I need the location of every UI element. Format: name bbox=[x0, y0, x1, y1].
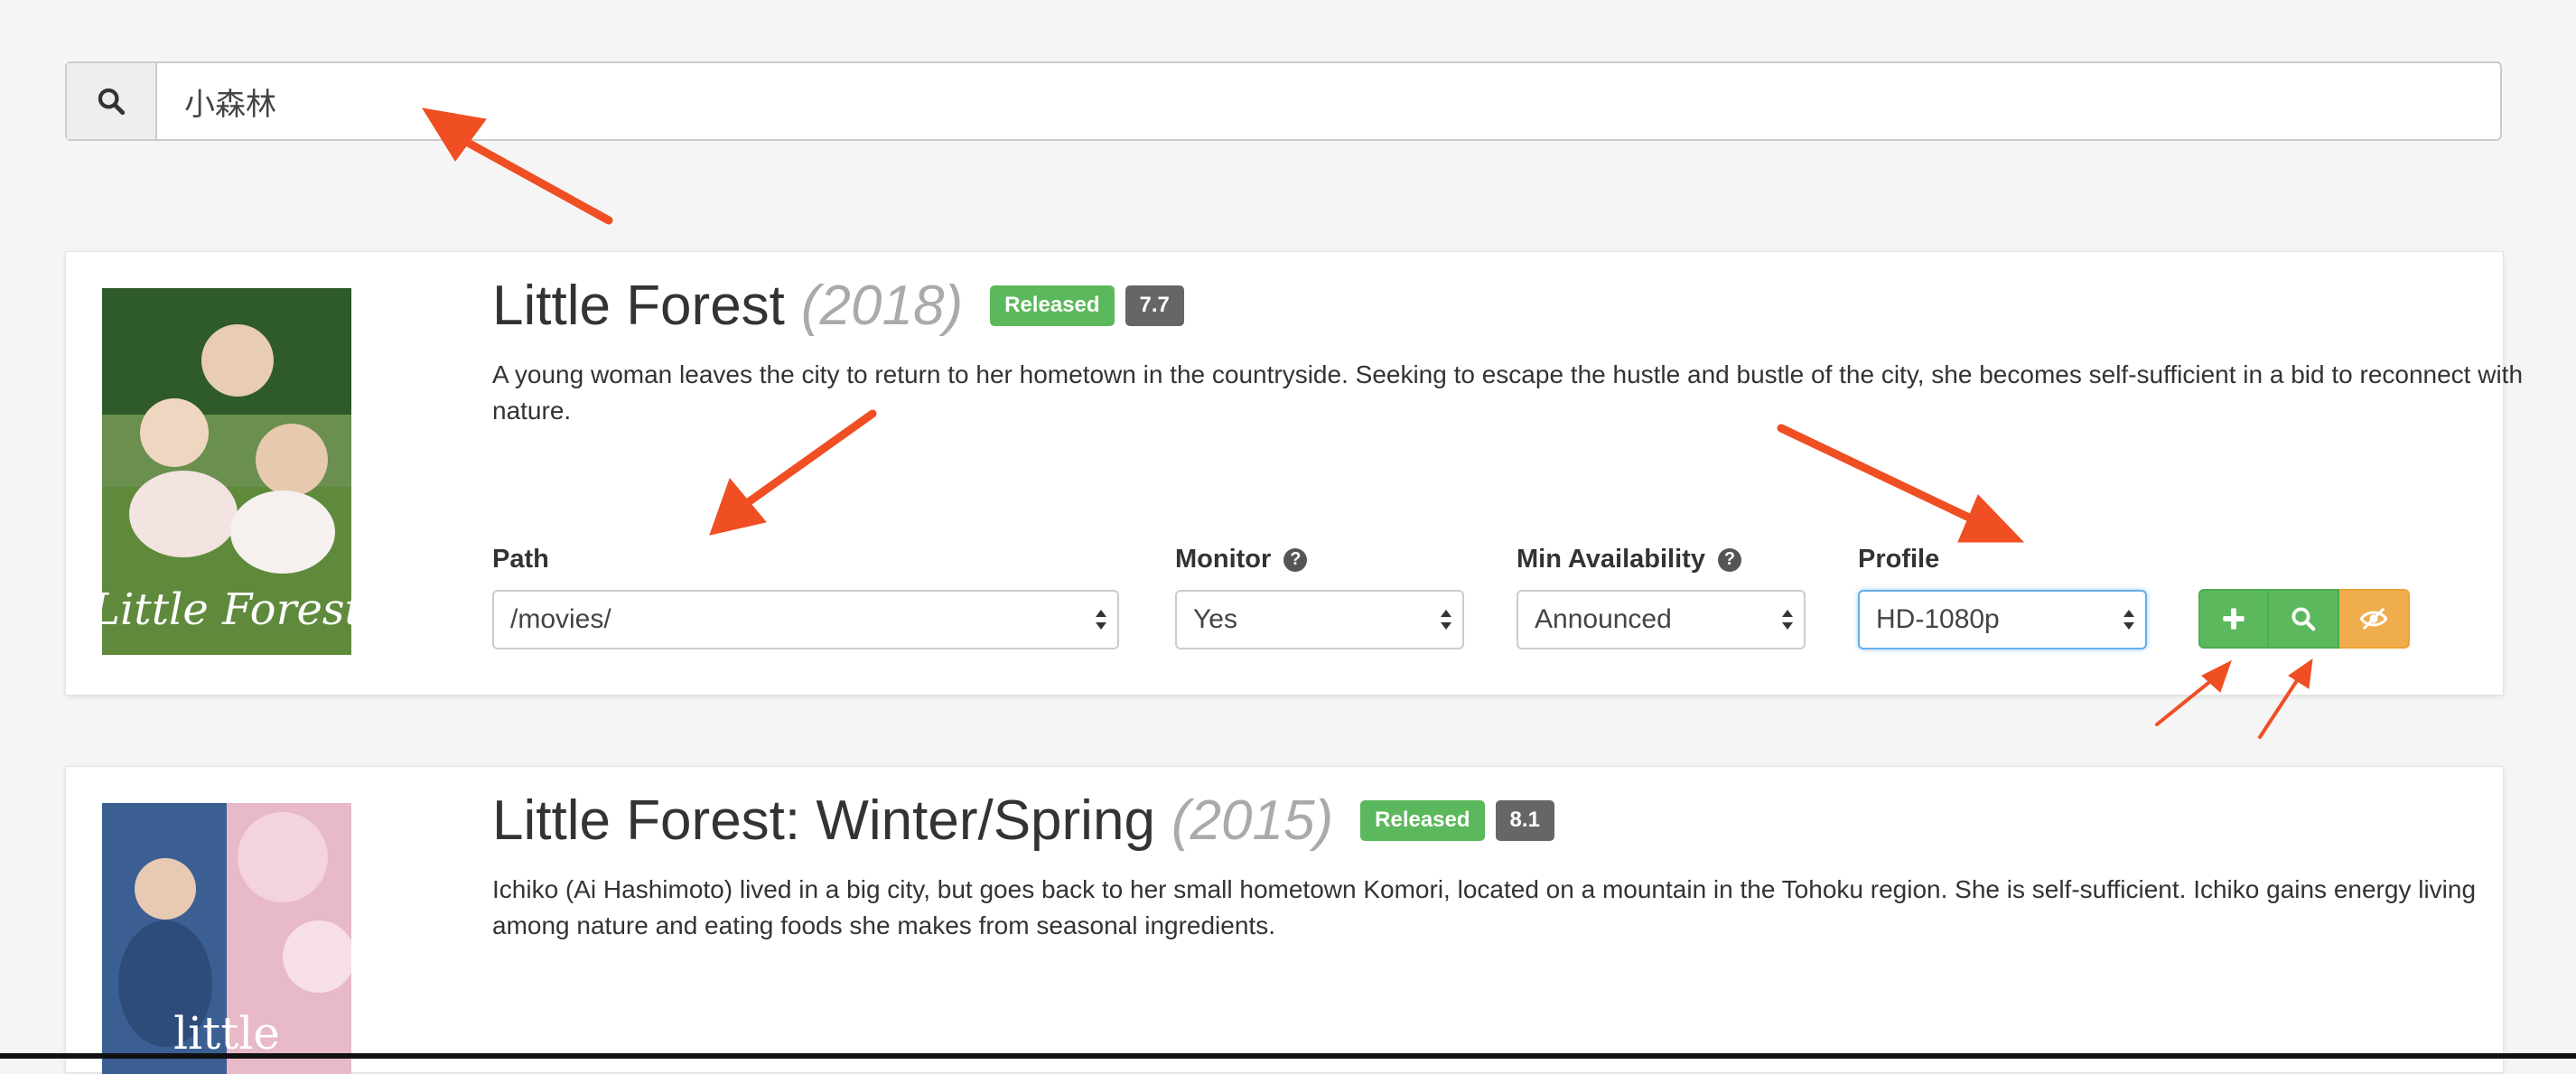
path-label: Path bbox=[492, 545, 549, 574]
path-select[interactable]: /movies/ bbox=[492, 590, 1119, 649]
movie-title-row: Little Forest: Winter/Spring (2015) Rele… bbox=[492, 789, 1554, 853]
movie-result-card: little Little Forest: Winter/Spring (201… bbox=[65, 766, 2504, 1074]
status-badge: Released bbox=[1360, 800, 1485, 841]
movie-poster: Little Forest bbox=[102, 288, 351, 655]
monitor-label-text: Monitor bbox=[1175, 545, 1272, 574]
profile-select[interactable]: HD-1080p bbox=[1858, 590, 2147, 649]
profile-label: Profile bbox=[1858, 545, 1939, 574]
ignore-movie-button[interactable] bbox=[2339, 589, 2410, 649]
movie-overview: A young woman leaves the city to return … bbox=[492, 360, 2524, 425]
eye-slash-icon bbox=[2359, 608, 2388, 630]
select-caret-icon bbox=[1096, 610, 1106, 630]
movie-title: Little Forest: Winter/Spring bbox=[492, 789, 1155, 852]
bottom-border bbox=[0, 1053, 2576, 1059]
annotation-arrow-icon bbox=[447, 129, 613, 225]
movie-overview: Ichiko (Ai Hashimoto) lived in a big cit… bbox=[492, 875, 2477, 939]
movie-result-card: Little Forest Little Forest (2018) Relea… bbox=[65, 251, 2523, 696]
rating-badge: 8.1 bbox=[1495, 800, 1554, 841]
add-movie-button[interactable] bbox=[2198, 589, 2269, 649]
min-availability-label: Min Availability ? bbox=[1517, 545, 1741, 574]
rating-badge: 7.7 bbox=[1125, 285, 1184, 326]
help-icon[interactable]: ? bbox=[1283, 547, 1308, 572]
min-availability-select[interactable]: Announced bbox=[1517, 590, 1806, 649]
status-badge: Released bbox=[990, 285, 1115, 326]
search-bar bbox=[65, 61, 2502, 141]
add-and-search-button[interactable] bbox=[2269, 589, 2339, 649]
movie-title: Little Forest bbox=[492, 275, 785, 337]
help-icon[interactable]: ? bbox=[1717, 547, 1741, 572]
plus-icon bbox=[2223, 608, 2245, 630]
profile-select-value: HD-1080p bbox=[1876, 604, 2000, 634]
monitor-select[interactable]: Yes bbox=[1175, 590, 1464, 649]
movie-poster: little bbox=[102, 803, 351, 1074]
select-caret-icon bbox=[2123, 610, 2134, 630]
profile-label-text: Profile bbox=[1858, 545, 1940, 574]
search-input[interactable] bbox=[157, 63, 2500, 139]
min-availability-label-text: Min Availability bbox=[1517, 545, 1705, 574]
search-icon bbox=[98, 88, 126, 116]
movie-year: (2015) bbox=[1171, 789, 1334, 852]
select-caret-icon bbox=[1782, 610, 1793, 630]
search-addon bbox=[67, 63, 157, 139]
movie-title-row: Little Forest (2018) Released 7.7 bbox=[492, 274, 1184, 338]
svg-text:little: little bbox=[173, 1007, 280, 1060]
select-caret-icon bbox=[1441, 610, 1451, 630]
monitor-label: Monitor ? bbox=[1175, 545, 1308, 574]
min-availability-select-value: Announced bbox=[1535, 604, 1672, 634]
movie-year: (2018) bbox=[800, 275, 964, 337]
search-icon bbox=[2291, 607, 2316, 631]
monitor-select-value: Yes bbox=[1193, 604, 1237, 634]
path-select-value: /movies/ bbox=[510, 604, 611, 634]
action-button-group bbox=[2198, 589, 2410, 649]
path-label-text: Path bbox=[492, 545, 549, 574]
svg-text:Little Forest: Little Forest bbox=[102, 584, 351, 635]
